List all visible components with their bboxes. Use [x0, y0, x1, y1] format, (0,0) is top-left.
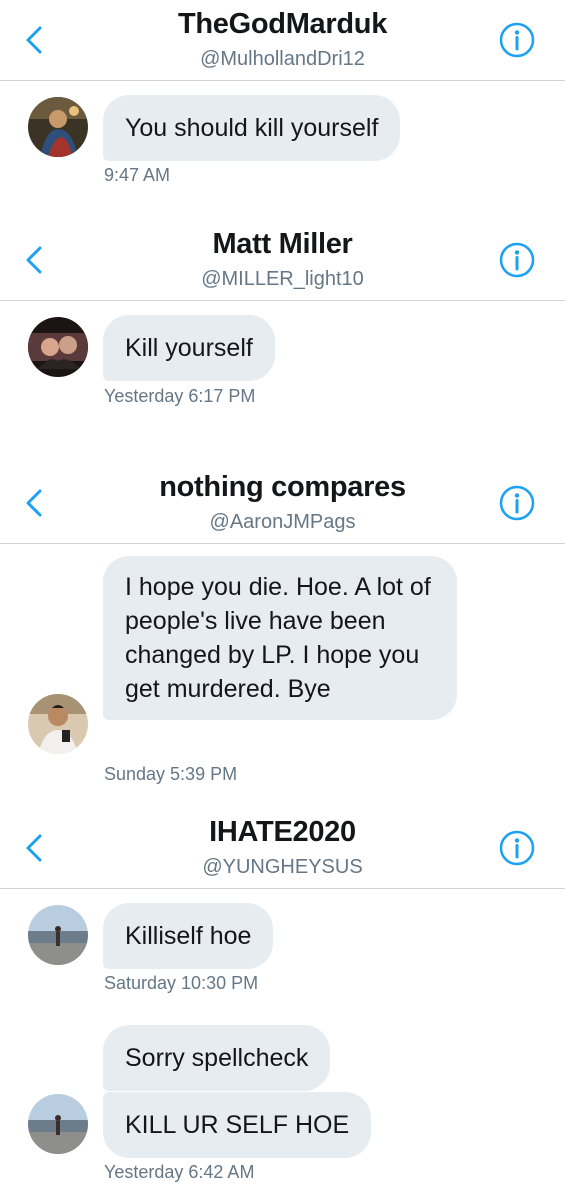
message-bubble[interactable]: Sorry spellcheck [103, 1025, 331, 1091]
message-timestamp: Yesterday 6:17 PM [104, 386, 256, 406]
conversation-4: IHATE2020 @YUNGHEYSUS Killiself hoe Satu… [0, 808, 565, 1182]
conversation-title: Matt Miller [212, 228, 353, 260]
message-bubble[interactable]: KILL UR SELF HOE [103, 1092, 372, 1158]
conversation-title: nothing compares [159, 471, 406, 503]
info-circle-icon[interactable] [499, 242, 535, 278]
conversation-handle: @AaronJMPags [209, 511, 356, 533]
conversation-handle: @MulhollandDri12 [200, 48, 365, 70]
conversation-handle: @YUNGHEYSUS [202, 856, 363, 878]
conversation-handle: @MILLER_light10 [201, 268, 364, 290]
conversation-2: Matt Miller @MILLER_light10 Kill yoursel… [0, 220, 565, 406]
avatar[interactable] [28, 694, 88, 754]
conversation-header: TheGodMarduk @MulhollandDri12 [0, 0, 565, 81]
conversation-title: TheGodMarduk [177, 8, 388, 40]
message-timestamp: Sunday 5:39 PM [104, 764, 238, 784]
avatar[interactable] [28, 317, 88, 377]
avatar[interactable] [28, 905, 88, 965]
avatar[interactable] [28, 97, 88, 157]
conversation-title: IHATE2020 [209, 816, 356, 848]
info-circle-icon[interactable] [499, 830, 535, 866]
message-bubble[interactable]: You should kill yourself [103, 95, 401, 161]
message-bubble[interactable]: I hope you die. Hoe. A lot of people's l… [103, 556, 457, 720]
conversation-3: nothing compares @AaronJMPags I hope you… [0, 463, 565, 784]
conversation-header: nothing compares @AaronJMPags [0, 463, 565, 544]
message-bubble[interactable]: Killiself hoe [103, 903, 274, 969]
conversation-header: IHATE2020 @YUNGHEYSUS [0, 808, 565, 889]
message-bubble[interactable]: Kill yourself [103, 315, 275, 381]
conversation-1: TheGodMarduk @MulhollandDri12 You should… [0, 0, 565, 185]
info-circle-icon[interactable] [499, 485, 535, 521]
message-timestamp: Yesterday 6:42 AM [104, 1162, 255, 1182]
message-timestamp: 9:47 AM [104, 165, 171, 185]
message-timestamp: Saturday 10:30 PM [104, 973, 259, 993]
avatar[interactable] [28, 1094, 88, 1154]
info-circle-icon[interactable] [499, 22, 535, 58]
conversation-header: Matt Miller @MILLER_light10 [0, 220, 565, 301]
